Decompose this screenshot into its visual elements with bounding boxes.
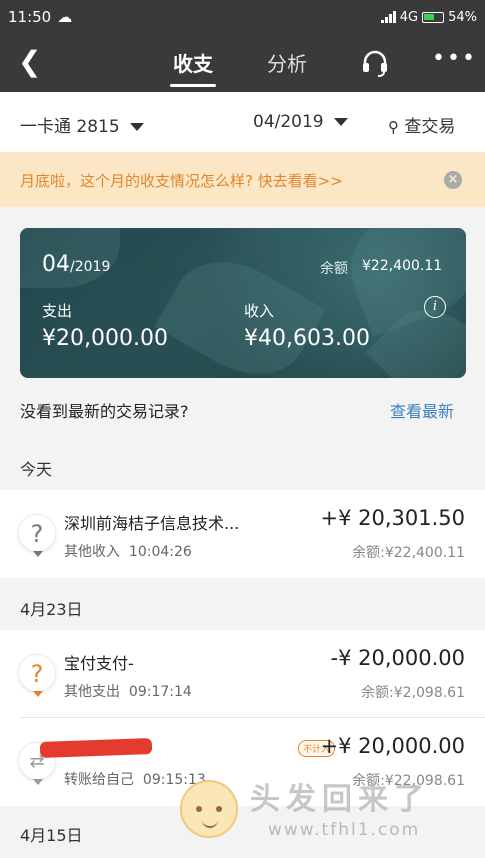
transaction-meta: 其他收入 10:04:26	[64, 541, 192, 561]
transaction-category: 其他支出	[64, 684, 120, 700]
transaction-time: 10:04:26	[128, 544, 192, 560]
income-label: 收入	[244, 302, 275, 320]
cloud-icon: ☁	[57, 8, 73, 26]
network-label: 4G	[399, 9, 419, 25]
info-icon[interactable]: i	[424, 296, 446, 318]
unknown-category-icon: ?	[18, 654, 56, 697]
summary-month: 04/2019	[42, 252, 110, 277]
signal-icon	[380, 11, 396, 23]
transaction-amount: +¥ 20,000.00	[320, 734, 465, 758]
back-icon[interactable]: ❮	[18, 48, 41, 76]
chevron-down-icon	[129, 123, 144, 131]
transaction-balance: 余额:¥22,400.11	[352, 545, 465, 561]
nav-bar: ❮ 收支 分析 •••	[0, 34, 485, 92]
section-date: 今天	[20, 460, 53, 479]
section-date: 4月15日	[20, 826, 83, 845]
income-value: ¥40,603.00	[244, 326, 370, 351]
battery-level: 54%	[448, 9, 477, 25]
date-selector[interactable]: 04/2019	[253, 112, 348, 132]
unknown-category-icon: ?	[18, 514, 56, 557]
transaction-category: 其他收入	[64, 544, 120, 560]
leaf-decoration	[154, 239, 326, 378]
balance-label: 余额	[320, 261, 348, 277]
transaction-title: 宝付支付-	[64, 654, 134, 673]
year-value: /2019	[70, 259, 111, 275]
status-bar: 11:50 ☁ 4G 54%	[0, 0, 485, 34]
balance-value: ¥22,400.11	[362, 258, 443, 274]
missing-records-text: 没看到最新的交易记录?	[20, 402, 189, 421]
month-value: 04	[42, 252, 70, 277]
battery-icon	[422, 11, 445, 23]
banner-text[interactable]: 月底啦，这个月的收支情况怎么样? 快去看看>>	[20, 170, 343, 191]
transaction-balance: 余额:¥2,098.61	[361, 685, 465, 701]
transaction-row[interactable]: ? 深圳前海桔子信息技术... 其他收入 10:04:26 +¥ 20,301.…	[0, 490, 485, 578]
search-transactions-button[interactable]: ⚲ 查交易	[388, 112, 455, 137]
transaction-row[interactable]: ⇄ 转账给自己 09:15:13 不计入 +¥ 20,000.00 余额:¥22…	[0, 718, 485, 806]
monthly-summary-card: 04/2019 余额 ¥22,400.11 支出 收入 ¥20,000.00 ¥…	[20, 228, 466, 378]
chevron-down-icon	[333, 118, 348, 126]
transaction-time: 09:15:13	[142, 772, 206, 788]
transaction-title: 深圳前海桔子信息技术...	[64, 514, 240, 533]
transaction-meta: 转账给自己 09:15:13	[64, 769, 206, 789]
transaction-row[interactable]: ? 宝付支付- 其他支出 09:17:14 -¥ 20,000.00 余额:¥2…	[0, 630, 485, 718]
search-label: 查交易	[404, 117, 456, 137]
tab-analysis[interactable]: 分析	[267, 48, 307, 77]
transaction-time: 09:17:14	[128, 684, 192, 700]
view-latest-link[interactable]: 查看最新	[390, 398, 454, 422]
card-selector[interactable]: 一卡通 2815	[20, 112, 144, 137]
expense-label: 支出	[42, 302, 73, 320]
transaction-amount: +¥ 20,301.50	[320, 506, 465, 530]
expense-value: ¥20,000.00	[42, 326, 168, 351]
section-date: 4月23日	[20, 600, 83, 619]
transaction-amount: -¥ 20,000.00	[330, 646, 466, 670]
transaction-meta: 其他支出 09:17:14	[64, 681, 192, 701]
close-icon[interactable]: ×	[444, 171, 462, 189]
tab-income-expense[interactable]: 收支	[170, 48, 216, 87]
headset-icon[interactable]	[360, 48, 390, 78]
status-time: 11:50	[8, 8, 52, 26]
date-label: 04/2019	[253, 112, 324, 132]
watermark-url: www.tfhl1.com	[268, 820, 421, 840]
redaction-mark	[39, 738, 153, 758]
search-icon: ⚲	[388, 118, 399, 136]
more-icon[interactable]: •••	[432, 46, 477, 71]
transaction-category: 转账给自己	[64, 772, 134, 788]
card-label: 一卡通 2815	[20, 117, 120, 137]
monthly-review-banner[interactable]: 月底啦，这个月的收支情况怎么样? 快去看看>> ×	[0, 152, 485, 207]
filter-bar: 一卡通 2815 04/2019 ⚲ 查交易	[0, 92, 485, 152]
transaction-balance: 余额:¥22,098.61	[352, 773, 465, 789]
